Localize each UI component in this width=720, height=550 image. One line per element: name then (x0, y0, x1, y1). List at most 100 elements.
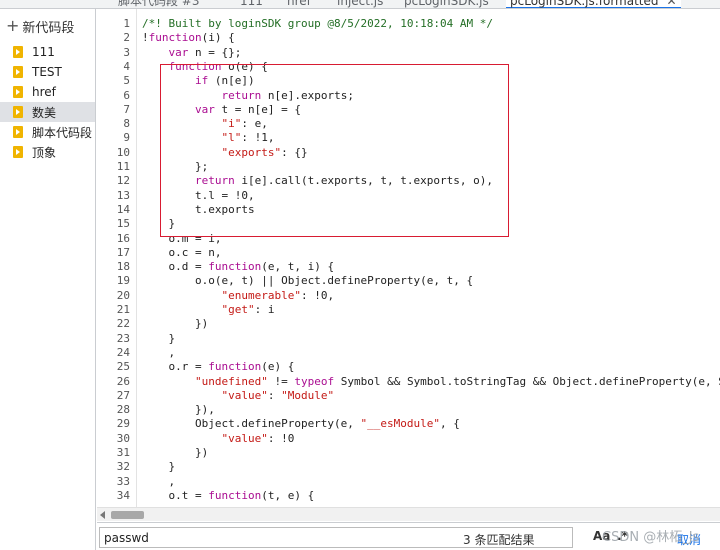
code-line: t.l = !0, (142, 188, 255, 202)
snippet-item[interactable]: 顶象 (0, 142, 95, 162)
line-number: 13 (116, 188, 130, 202)
match-count: 3 条匹配结果 (463, 533, 535, 547)
snippet-file-icon (13, 126, 23, 138)
snippet-label: href (32, 85, 56, 99)
snippet-item[interactable]: 脚本代码段 (0, 122, 95, 142)
new-snippet-label: 新代码段 (22, 20, 75, 36)
snippet-item[interactable]: href (0, 82, 95, 102)
snippet-file-icon (13, 146, 23, 158)
code-line: "value": !0 (221, 431, 295, 445)
tab-inject-js[interactable]: inject.js (337, 0, 383, 8)
line-number: 21 (116, 303, 130, 316)
snippet-label: 脚本代码段 (32, 125, 93, 140)
line-number: 17 (116, 245, 130, 259)
line-number: 4 (123, 59, 130, 73)
line-number: 19 (116, 274, 130, 288)
line-number: 31 (116, 446, 130, 459)
code-line: , (142, 474, 176, 488)
code-line: "i": e, (221, 117, 268, 131)
new-snippet-button[interactable]: + 新代码段 (6, 16, 75, 36)
code-line: function o(e) { (168, 59, 268, 73)
line-number: 34 (116, 488, 130, 502)
code-line: o.t = function(t, e) { (142, 488, 315, 502)
code-line: }) (142, 317, 209, 331)
close-icon[interactable]: ✕ (667, 0, 677, 8)
snippet-file-icon (13, 86, 23, 98)
tab-snippet-3[interactable]: 脚本代码段 #3 (118, 0, 200, 8)
line-number: 26 (116, 374, 130, 388)
snippet-list: 111 TEST href 数美 脚本代码段 顶象 (0, 42, 95, 162)
code-line: "exports": {} (221, 145, 308, 159)
snippet-label: 数美 (32, 105, 57, 120)
line-number: 23 (116, 331, 130, 345)
code-line: o.c = n, (142, 245, 222, 259)
code-line: } (142, 217, 176, 231)
regex-button[interactable]: .* (617, 529, 628, 543)
code-line: if (n[e]) (194, 74, 255, 88)
search-bar: 3 条匹配结果 Aa .* 取消 (97, 522, 720, 550)
code-line: o.r = function(e) { (142, 360, 295, 374)
line-number: 2 (123, 31, 130, 45)
line-number: 8 (123, 117, 130, 131)
code-line: o.d = function(e, t, i) { (142, 260, 335, 274)
line-number: 16 (116, 231, 130, 245)
code-line: } (142, 460, 176, 474)
code-line: "value": "Module" (221, 388, 335, 402)
line-number: 29 (116, 417, 130, 431)
code-line: o.m = i, (142, 231, 222, 245)
tab-pcloginsdk-js[interactable]: pcLoginSDK.js (404, 0, 489, 8)
scroll-left-icon[interactable] (100, 511, 105, 519)
code-line: "enumerable": !0, (221, 288, 335, 302)
snippet-item[interactable]: TEST (0, 62, 95, 82)
line-number: 6 (123, 88, 130, 102)
code-line: Object.defineProperty(e, "__esModule", { (142, 417, 460, 431)
code-line: "undefined" != typeof Symbol && Symbol.t… (194, 374, 720, 388)
code-editor[interactable]: 1 2 3 4 5 6 7 8 9 10 11 12 13 14 15 16 17 18 19 20 21 22 23 24 2… (97, 9, 720, 507)
tab-111[interactable]: 111 (240, 0, 263, 8)
line-number: 22 (116, 317, 130, 331)
line-number: 5 (123, 74, 130, 88)
code-line: } (142, 331, 176, 345)
code-line: }) (142, 446, 209, 459)
line-number-gutter: 1 2 3 4 5 6 7 8 9 10 11 12 13 14 15 16 17 18 19 20 21 22 23 24 2… (97, 9, 137, 507)
snippet-item[interactable]: 数美 (0, 102, 95, 122)
code-line: var n = {}; (168, 45, 242, 59)
line-number: 11 (116, 160, 130, 173)
scrollbar-thumb[interactable] (111, 511, 144, 519)
horizontal-scrollbar[interactable] (97, 507, 720, 521)
code-line: }; (142, 160, 209, 173)
snippet-label: 顶象 (32, 145, 57, 160)
plus-icon: + (6, 16, 20, 35)
snippet-file-icon (13, 46, 23, 58)
code-line: !function(i) { (142, 31, 235, 45)
editor-tab-strip: 脚本代码段 #3 111 href inject.js pcLoginSDK.j… (0, 0, 720, 9)
line-number: 10 (116, 145, 130, 159)
line-number: 14 (116, 202, 130, 216)
snippets-navigator: + 新代码段 111 TEST href 数美 脚本代码段 顶象 (0, 9, 96, 550)
code-line: t.exports (142, 202, 255, 216)
code-line: "get": i (221, 303, 275, 316)
code-line: o.o(e, t) || Object.defineProperty(e, t,… (142, 274, 474, 288)
snippet-item[interactable]: 111 (0, 42, 95, 62)
code-line: return i[e].call(t.exports, t, t.exports… (194, 174, 494, 188)
line-number: 25 (116, 360, 130, 374)
snippet-file-icon (13, 66, 23, 78)
tab-pcloginsdk-formatted[interactable]: pcLoginSDK.js:formatted ✕ (506, 0, 681, 8)
cancel-button[interactable]: 取消 (677, 531, 701, 548)
line-number: 32 (116, 460, 130, 474)
tab-href[interactable]: href (287, 0, 311, 8)
line-number: 12 (116, 174, 130, 188)
line-number: 33 (116, 474, 130, 488)
code-line: /*! Built by loginSDK group @8/5/2022, 1… (142, 17, 493, 30)
line-number: 3 (123, 45, 130, 59)
line-number: 9 (123, 131, 130, 145)
line-number: 15 (116, 217, 130, 231)
code-line: }), (142, 403, 215, 417)
line-number: 7 (123, 102, 130, 116)
code-line: return n[e].exports; (221, 88, 354, 102)
line-number: 24 (116, 345, 130, 359)
match-case-button[interactable]: Aa (593, 529, 610, 543)
snippet-label: 111 (32, 45, 55, 59)
snippet-file-icon (13, 106, 23, 118)
code-line: var t = n[e] = { (194, 102, 301, 116)
